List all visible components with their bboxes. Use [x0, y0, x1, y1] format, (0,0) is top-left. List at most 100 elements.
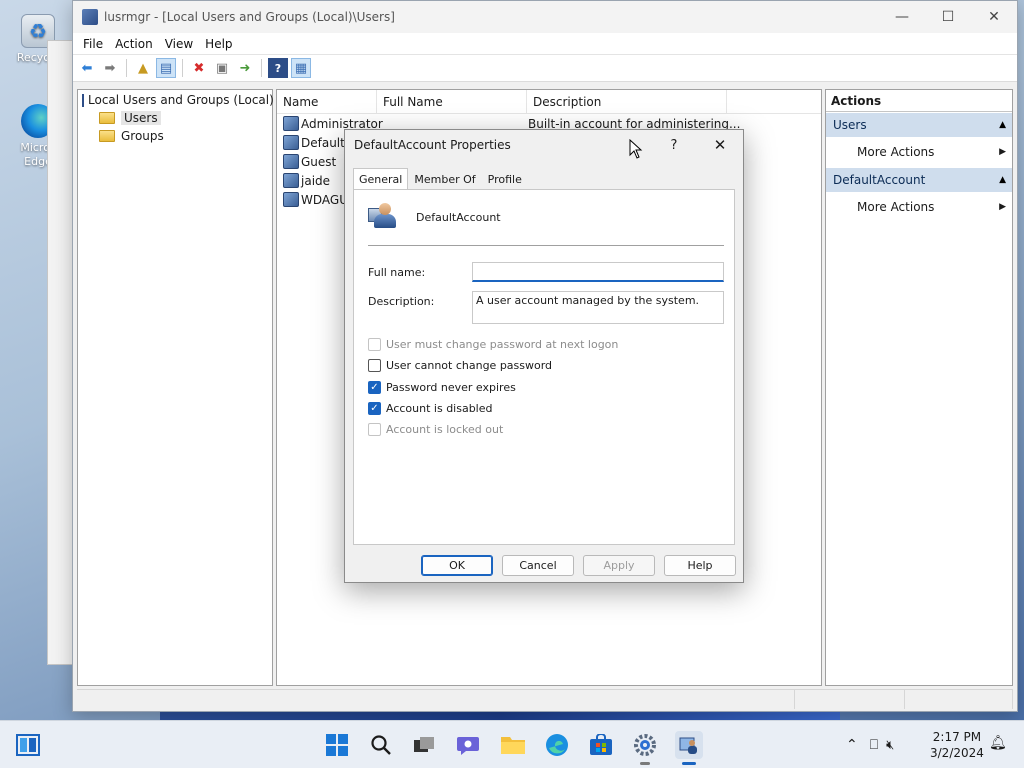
checkbox-cannot-change-password[interactable]: User cannot change password — [368, 359, 552, 372]
search-icon[interactable] — [367, 731, 395, 759]
collapse-icon[interactable]: ▲ — [999, 120, 1006, 130]
checkbox-box — [368, 423, 381, 436]
checkmark-icon: ✓ — [368, 381, 381, 394]
actions-section-defaultaccount[interactable]: DefaultAccount ▲ — [826, 168, 1012, 192]
column-full-name[interactable]: Full Name — [377, 90, 527, 113]
general-tab-panel: DefaultAccount Full name: Description: A… — [353, 189, 735, 545]
show-hide-tree-icon[interactable]: ▤ — [156, 58, 176, 78]
help-button[interactable]: Help — [664, 555, 736, 576]
tree-item-users[interactable]: Users — [78, 109, 272, 127]
menu-action[interactable]: Action — [109, 37, 159, 51]
minimize-button[interactable]: — — [879, 1, 925, 33]
toolbar: ⬅ ➡ ▲ ▤ ✖ ▣ ➜ ? ▦ — [73, 55, 1017, 82]
properties-icon[interactable]: ▣ — [212, 58, 232, 78]
tab-profile[interactable]: Profile — [482, 168, 528, 190]
export-list-icon[interactable]: ➜ — [235, 58, 255, 78]
tab-general[interactable]: General — [353, 168, 409, 190]
clock-time: 2:17 PM — [932, 730, 982, 744]
menu-view[interactable]: View — [159, 37, 199, 51]
toolbar-separator — [261, 59, 262, 77]
dialog-close-button[interactable]: ✕ — [697, 136, 743, 154]
back-arrow-icon[interactable]: ⬅ — [77, 58, 97, 78]
task-view-icon[interactable] — [410, 731, 438, 759]
background-window[interactable] — [47, 40, 75, 665]
column-name[interactable]: Name — [277, 90, 377, 113]
computer-icon — [82, 93, 84, 107]
help-icon[interactable]: ? — [268, 58, 288, 78]
show-hidden-icons-chevron-icon[interactable]: ⌃ — [846, 737, 858, 753]
delete-icon[interactable]: ✖ — [189, 58, 209, 78]
dialog-help-button[interactable]: ? — [651, 138, 697, 153]
description-input[interactable]: A user account managed by the system. — [472, 291, 724, 324]
menu-help[interactable]: Help — [199, 37, 238, 51]
full-name-input[interactable] — [472, 262, 724, 282]
properties-dialog: DefaultAccount Properties ? ✕ General Me… — [344, 129, 744, 583]
account-name: DefaultAccount — [416, 211, 501, 224]
tab-member-of[interactable]: Member Of — [408, 168, 481, 190]
lusrmgr-taskbar-icon[interactable] — [675, 731, 703, 765]
file-explorer-icon[interactable] — [499, 731, 527, 759]
tree-root[interactable]: Local Users and Groups (Local) — [78, 91, 274, 109]
edge-browser-icon[interactable] — [543, 731, 571, 759]
forward-arrow-icon[interactable]: ➡ — [100, 58, 120, 78]
checkbox-label: Password never expires — [386, 381, 516, 394]
more-actions-defaultaccount[interactable]: More Actions ▶ — [826, 192, 1012, 222]
close-window-button[interactable]: ✕ — [971, 1, 1017, 33]
user-icon — [283, 135, 299, 150]
tree-root-label: Local Users and Groups (Local) — [88, 93, 274, 107]
window-title: lusrmgr - [Local Users and Groups (Local… — [104, 10, 395, 24]
full-name-label: Full name: — [368, 266, 426, 279]
notifications-bell-icon[interactable]: 🔔︎ — [989, 735, 1007, 751]
actions-section-users[interactable]: Users ▲ — [826, 113, 1012, 137]
folder-icon — [99, 130, 115, 142]
teams-chat-icon[interactable] — [454, 731, 482, 759]
running-indicator — [640, 762, 650, 765]
volume-muted-icon[interactable]: 🔇︎ — [886, 738, 894, 753]
more-actions-users[interactable]: More Actions ▶ — [826, 137, 1012, 167]
tree-item-users-label: Users — [121, 111, 161, 125]
actions-section-defaultaccount-label: DefaultAccount — [833, 173, 926, 187]
submenu-arrow-icon: ▶ — [999, 202, 1006, 212]
apply-button[interactable]: Apply — [583, 555, 655, 576]
checkbox-label: User cannot change password — [386, 359, 553, 372]
user-icon — [283, 116, 299, 131]
dialog-tabs: General Member Of Profile — [353, 168, 528, 190]
checkbox-account-locked-out[interactable]: Account is locked out — [368, 423, 503, 436]
collapse-icon[interactable]: ▲ — [999, 175, 1006, 185]
window-titlebar[interactable]: lusrmgr - [Local Users and Groups (Local… — [73, 1, 1017, 33]
checkbox-label: Account is disabled — [386, 402, 493, 415]
microsoft-store-icon[interactable] — [587, 731, 615, 759]
folder-icon — [99, 112, 115, 124]
actions-pane: Actions Users ▲ More Actions ▶ DefaultAc… — [825, 89, 1013, 686]
checkbox-must-change-password[interactable]: User must change password at next logon — [368, 338, 618, 351]
user-icon — [283, 192, 299, 207]
column-description[interactable]: Description — [527, 90, 727, 113]
system-tray: ⌃ ⎕ 🔇︎ — [846, 721, 894, 768]
up-folder-icon[interactable]: ▲ — [133, 58, 153, 78]
user-icon — [283, 154, 299, 169]
dialog-title: DefaultAccount Properties — [354, 138, 511, 152]
network-icon[interactable]: ⎕ — [870, 737, 878, 753]
menu-file[interactable]: File — [77, 37, 109, 51]
cancel-button[interactable]: Cancel — [502, 555, 574, 576]
checkbox-account-disabled[interactable]: ✓ Account is disabled — [368, 402, 493, 415]
list-header: Name Full Name Description — [277, 90, 821, 114]
actions-header: Actions — [826, 90, 1012, 112]
dialog-titlebar[interactable]: DefaultAccount Properties ? ✕ — [345, 130, 743, 160]
maximize-button[interactable]: ☐ — [925, 1, 971, 33]
checkbox-label: User must change password at next logon — [386, 338, 619, 351]
settings-gear-icon[interactable] — [631, 731, 659, 765]
tree-item-groups-label: Groups — [121, 129, 164, 143]
taskbar-clock[interactable]: 2:17 PM 3/2/2024 — [930, 729, 984, 761]
ok-button[interactable]: OK — [421, 555, 493, 576]
clock-date: 3/2/2024 — [930, 746, 984, 760]
submenu-arrow-icon: ▶ — [999, 147, 1006, 157]
start-button-icon[interactable] — [323, 731, 351, 759]
widgets-icon[interactable] — [14, 731, 42, 759]
description-label: Description: — [368, 295, 435, 308]
toolbar-separator — [182, 59, 183, 77]
checkbox-password-never-expires[interactable]: ✓ Password never expires — [368, 381, 516, 394]
tree-item-groups[interactable]: Groups — [78, 127, 272, 145]
show-hide-action-pane-icon[interactable]: ▦ — [291, 58, 311, 78]
divider — [368, 245, 724, 246]
